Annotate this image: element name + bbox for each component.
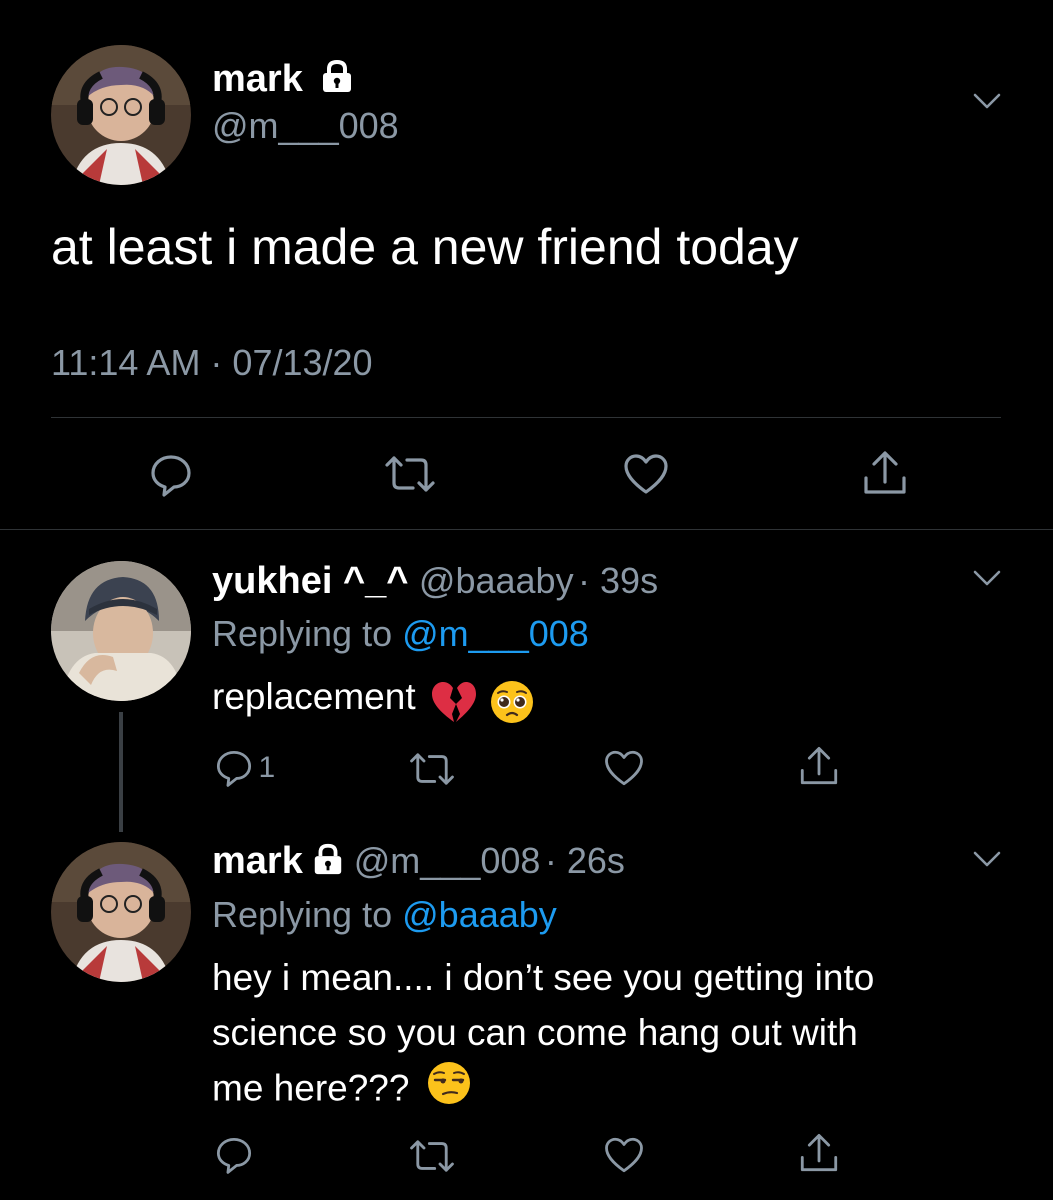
like-button[interactable] [622, 452, 670, 501]
reply-text-line: replacement [212, 669, 535, 730]
reply-text: hey i mean.... i don’t see you getting i… [212, 950, 874, 1121]
divider [51, 417, 1001, 418]
replying-to: Replying to @baaaby [212, 894, 557, 935]
chevron-down-icon[interactable] [972, 850, 1002, 873]
like-button[interactable] [603, 1135, 645, 1180]
author-name[interactable]: mark [212, 58, 355, 104]
reply-icon [216, 1137, 252, 1174]
replying-to: Replying to @m___008 [212, 613, 589, 654]
share-icon [864, 451, 906, 494]
reply-text-line: hey i mean.... i don’t see you getting i… [212, 957, 875, 998]
retweet-button[interactable] [408, 1137, 456, 1180]
like-button[interactable] [603, 748, 645, 793]
reply-icon [216, 750, 252, 787]
share-icon [800, 746, 838, 785]
avatar[interactable] [51, 561, 191, 701]
chevron-down-icon[interactable] [972, 569, 1002, 592]
avatar[interactable] [51, 842, 191, 982]
heart-icon [605, 1137, 643, 1173]
reply-text-line: science so you can come hang out with [212, 1012, 858, 1053]
share-icon [800, 1133, 838, 1172]
broken-heart-emoji [430, 680, 478, 729]
retweet-icon [410, 1140, 454, 1172]
retweet-button[interactable] [383, 453, 437, 500]
reply-header: mark @m___008 · 26s [212, 840, 625, 883]
reply-header: yukhei ^_^ @baaaby · 39s [212, 560, 658, 603]
reply-count: 1 [258, 751, 276, 784]
avatar[interactable] [51, 45, 191, 185]
retweet-icon [410, 753, 454, 785]
divider [0, 529, 1053, 530]
share-button[interactable] [797, 744, 841, 793]
reply-time: · 39s [578, 560, 659, 601]
reply-icon [151, 455, 191, 497]
heart-icon [605, 750, 643, 786]
heart-icon [624, 454, 668, 494]
reply-text-line: me here??? [212, 1060, 874, 1121]
author-handle[interactable]: @baaaby [419, 560, 574, 601]
reply-button[interactable] [214, 1135, 254, 1180]
share-button[interactable] [797, 1131, 841, 1180]
reply-button[interactable] [148, 452, 194, 503]
pleading-face-emoji [489, 679, 535, 730]
tweet-text: at least i made a new friend today [51, 219, 799, 275]
author-name[interactable]: yukhei ^_^ [212, 560, 408, 602]
tweet-timestamp: 11:14 AM · 07/13/20 [51, 342, 373, 383]
reply-button[interactable]: 1 [214, 748, 275, 788]
thread-connector-line [119, 712, 123, 832]
chevron-down-icon[interactable] [972, 92, 1002, 115]
retweet-icon [385, 456, 435, 492]
reply-time: · 26s [544, 840, 625, 881]
author-handle[interactable]: @m___008 [212, 105, 399, 147]
author-name[interactable]: mark [212, 840, 303, 882]
lock-icon [311, 842, 345, 881]
retweet-button[interactable] [408, 750, 456, 793]
author-handle[interactable]: @m___008 [354, 840, 541, 881]
replying-to-link[interactable]: @m___008 [402, 613, 589, 654]
unamused-face-emoji [426, 1060, 472, 1121]
share-button[interactable] [860, 448, 910, 503]
lock-icon [319, 58, 355, 104]
replying-to-link[interactable]: @baaaby [402, 894, 557, 935]
